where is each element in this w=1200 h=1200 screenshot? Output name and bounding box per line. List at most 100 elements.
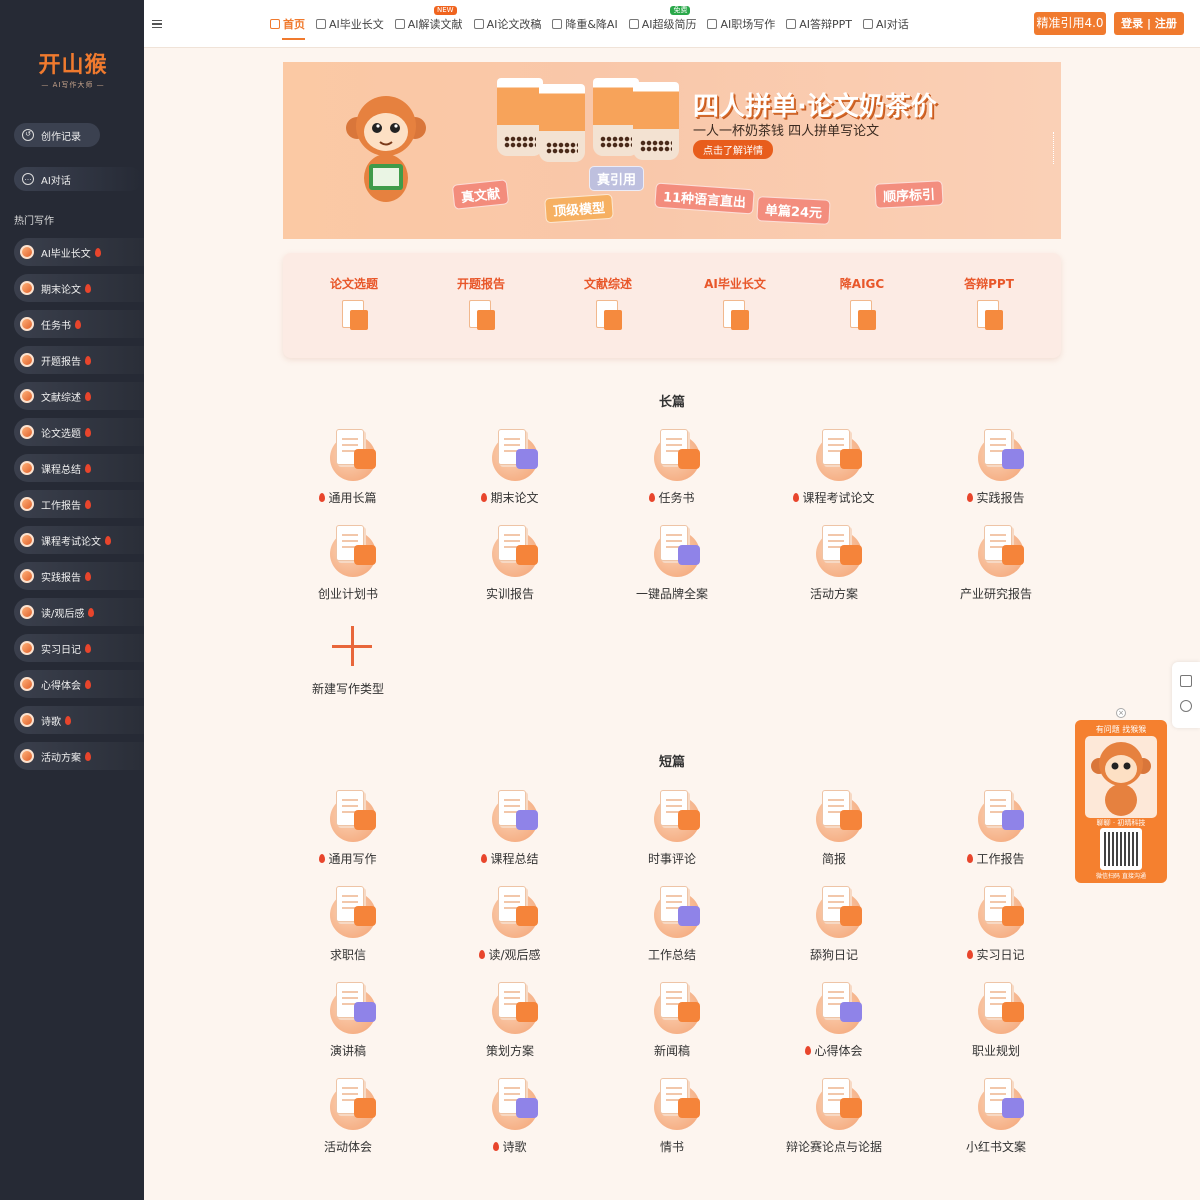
sidebar-item[interactable]: 诗歌 [14, 706, 144, 734]
creation-history-button[interactable]: ↺ 创作记录 [14, 123, 100, 147]
writing-card[interactable]: 小红书文案 [936, 1076, 1056, 1162]
user-icon[interactable] [1180, 700, 1192, 712]
writing-card-label-row: 职业规划 [936, 1042, 1056, 1059]
writing-card[interactable]: 舔狗日记 [774, 884, 894, 970]
writing-card[interactable]: 一键品牌全案 [612, 523, 732, 609]
nav-item[interactable]: 首页 [270, 16, 305, 40]
sidebar-item-label: 论文选题 [41, 428, 81, 440]
sidebar-item[interactable]: 课程考试论文 [14, 526, 144, 554]
writing-card[interactable]: 新闻稿 [612, 980, 732, 1066]
writing-card-label: 舔狗日记 [809, 948, 858, 962]
writing-card-label-row: 创业计划书 [288, 585, 408, 602]
quick-tool-card[interactable]: 答辩PPT [949, 275, 1029, 332]
writing-card[interactable]: 时事评论 [612, 788, 732, 874]
sidebar-item[interactable]: 论文选题 [14, 418, 144, 446]
writing-card[interactable]: 读/观后感 [450, 884, 570, 970]
writing-card[interactable]: 心得体会 [774, 980, 894, 1066]
writing-card[interactable]: 辩论赛论点与论据 [774, 1076, 894, 1162]
ai-chat-button[interactable]: … AI对话 [14, 167, 142, 191]
banner-tag: 单篇24元 [756, 196, 831, 225]
nav-item[interactable]: AI毕业长文 [316, 16, 384, 32]
sidebar-item[interactable]: 任务书 [14, 310, 144, 338]
quick-tool-card[interactable]: AI毕业长文 [695, 275, 775, 332]
writing-card[interactable]: 活动方案 [774, 523, 894, 609]
sidebar-item[interactable]: 活动方案 [14, 742, 144, 770]
sidebar-item[interactable]: 实践报告 [14, 562, 144, 590]
quick-tool-card[interactable]: 降AIGC [822, 275, 902, 332]
sidebar-item[interactable]: 开题报告 [14, 346, 144, 374]
sidebar-item[interactable]: 心得体会 [14, 670, 144, 698]
section-title-long: 长篇 [658, 395, 685, 410]
icon-accent [1002, 1002, 1024, 1022]
nav-item[interactable]: AI论文改稿 [473, 16, 541, 32]
precise-citation-button[interactable]: 精准引用4.0 [1034, 12, 1106, 35]
sidebar-item[interactable]: 文献综述 [14, 382, 144, 410]
writing-card[interactable]: 产业研究报告 [936, 523, 1056, 609]
writing-card[interactable]: 工作报告 [936, 788, 1056, 874]
writing-card[interactable]: 课程考试论文 [774, 427, 894, 513]
new-writing-type-card[interactable]: 新建写作类型 [288, 620, 408, 706]
close-icon[interactable]: × [1116, 708, 1126, 718]
icon-accent [1002, 545, 1024, 565]
writing-card[interactable]: 演讲稿 [288, 980, 408, 1066]
nav-item[interactable]: AI解读文献 NEW [394, 6, 463, 32]
writing-card[interactable]: 实训报告 [450, 523, 570, 609]
sidebar-item-label: AI毕业长文 [41, 248, 91, 260]
writing-card[interactable]: 实习日记 [936, 884, 1056, 970]
writing-type-icon [20, 749, 34, 763]
icon-accent [516, 1098, 538, 1118]
writing-card-label: 工作总结 [647, 948, 696, 962]
creation-history-label: 创作记录 [41, 131, 81, 143]
sidebar-item[interactable]: 实习日记 [14, 634, 144, 662]
feedback-icon[interactable] [1180, 675, 1192, 687]
nav-item[interactable]: 降重&降AI [552, 16, 618, 32]
writing-type-icon [324, 523, 382, 579]
writing-card[interactable]: 课程总结 [450, 788, 570, 874]
writing-card[interactable]: 实践报告 [936, 427, 1056, 513]
writing-card[interactable]: 任务书 [612, 427, 732, 513]
banner-cta-button[interactable]: 点击了解详情 [693, 140, 773, 159]
writing-card[interactable]: 期末论文 [450, 427, 570, 513]
sidebar-item[interactable]: 工作报告 [14, 490, 144, 518]
sidebar-item[interactable]: AI毕业长文 [14, 238, 144, 266]
logo[interactable]: 开山猴 — AI写作大师 — [30, 52, 116, 90]
writing-card[interactable]: 活动体会 [288, 1076, 408, 1162]
hot-flame-icon [85, 427, 91, 437]
nav-item[interactable]: AI超级简历 免费 [628, 6, 696, 32]
nav-item[interactable]: AI职场写作 [707, 16, 775, 32]
quick-tool-card[interactable]: 论文选题 [314, 275, 394, 332]
quick-tool-card[interactable]: 文献综述 [568, 275, 648, 332]
writing-card[interactable]: 职业规划 [936, 980, 1056, 1066]
sidebar-item[interactable]: 期末论文 [14, 274, 144, 302]
quick-tool-card[interactable]: 开题报告 [441, 275, 521, 332]
writing-card[interactable]: 策划方案 [450, 980, 570, 1066]
nav-item[interactable]: AI对话 [863, 16, 909, 32]
writing-type-icon [20, 713, 34, 727]
menu-toggle-icon[interactable] [152, 20, 162, 28]
writing-card-label: 活动体会 [323, 1140, 372, 1154]
icon-accent [354, 1002, 376, 1022]
writing-card[interactable]: 诗歌 [450, 1076, 570, 1162]
writing-card[interactable]: 通用写作 [288, 788, 408, 874]
writing-card[interactable]: 情书 [612, 1076, 732, 1162]
icon-accent [840, 1002, 862, 1022]
hot-flame-icon [94, 247, 101, 257]
writing-card-label-row: 小红书文案 [936, 1138, 1056, 1155]
writing-card[interactable]: 简报 [774, 788, 894, 874]
nav-item[interactable]: AI答辩PPT [786, 16, 852, 32]
sidebar-item[interactable]: 读/观后感 [14, 598, 144, 626]
writing-card[interactable]: 通用长篇 [288, 427, 408, 513]
login-register-button[interactable]: 登录 | 注册 [1114, 12, 1184, 35]
hot-flame-icon [85, 283, 91, 293]
promo-banner[interactable]: 四人拼单·论文奶茶价 一人一杯奶茶钱 四人拼单写论文 点击了解详情 真文献 真引… [283, 62, 1061, 239]
writing-card[interactable]: 求职信 [288, 884, 408, 970]
banner-pagination[interactable] [1053, 132, 1055, 164]
writing-card-label-row: 通用长篇 [288, 489, 408, 506]
nav-icon [628, 19, 639, 29]
writing-card[interactable]: 工作总结 [612, 884, 732, 970]
writing-type-icon [20, 533, 34, 547]
writing-card[interactable]: 创业计划书 [288, 523, 408, 609]
sidebar-item-label: 实习日记 [41, 644, 81, 656]
helper-left: 聊聊 [1096, 819, 1111, 827]
sidebar-item[interactable]: 课程总结 [14, 454, 144, 482]
